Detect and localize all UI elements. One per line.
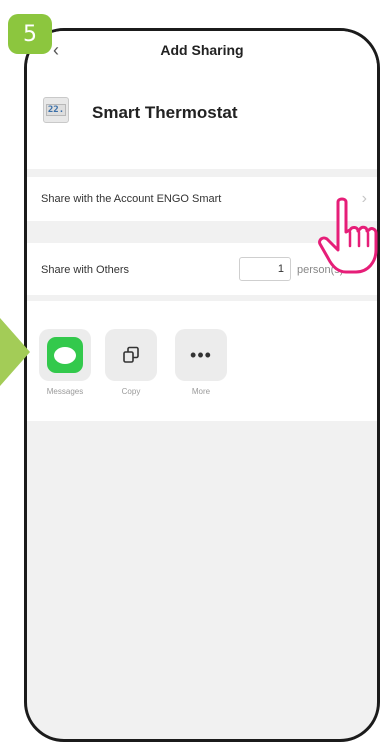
share-with-others-label: Share with Others: [41, 264, 130, 276]
page-title: Add Sharing: [160, 42, 244, 58]
share-messages-button[interactable]: Messages: [39, 329, 91, 396]
person-count-input[interactable]: [239, 257, 291, 281]
thermostat-icon: 22.: [43, 97, 69, 123]
pointer-arrow: [0, 318, 30, 386]
share-option-label: Copy: [121, 387, 141, 396]
share-option-label: More: [191, 387, 211, 396]
hand-pointer-icon: [318, 197, 378, 274]
share-with-account-label: Share with the Account ENGO Smart: [41, 193, 222, 205]
share-copy-button[interactable]: Copy: [105, 329, 157, 396]
messages-icon: [47, 337, 83, 373]
share-options-panel: Messages Copy ••• More: [27, 301, 377, 421]
copy-icon: [123, 346, 139, 363]
step-number: 5: [23, 21, 37, 47]
step-badge: 5: [8, 14, 52, 54]
thermostat-display: 22.: [46, 104, 66, 116]
header: ‹ Add Sharing 22. Smart Thermostat: [27, 31, 377, 169]
more-icon: •••: [190, 345, 212, 365]
share-option-label: Messages: [46, 387, 84, 396]
device-name: Smart Thermostat: [92, 103, 238, 122]
share-more-button[interactable]: ••• More: [175, 329, 227, 396]
phone-frame: ‹ Add Sharing 22. Smart Thermostat Share…: [24, 28, 380, 742]
